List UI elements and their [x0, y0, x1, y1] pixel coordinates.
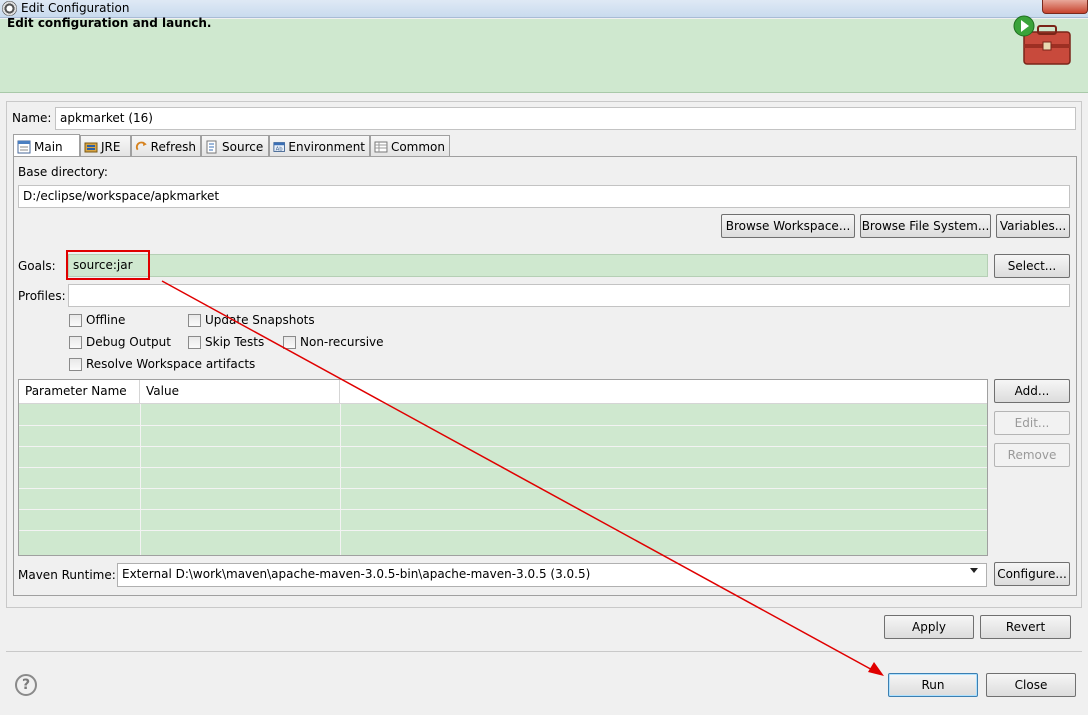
update-snapshots-checkbox-box[interactable]	[188, 313, 201, 327]
table-row[interactable]	[19, 446, 987, 447]
update-snapshots-label: Update Snapshots	[205, 313, 315, 327]
tab-jre[interactable]: JRE	[80, 135, 131, 156]
profiles-label: Profiles:	[18, 289, 66, 303]
variables-button[interactable]: Variables...	[996, 214, 1070, 238]
offline-checkbox[interactable]: Offline	[69, 313, 125, 327]
base-directory-input[interactable]: D:/eclipse/workspace/apkmarket	[18, 185, 1070, 208]
resolve-workspace-checkbox[interactable]: Resolve Workspace artifacts	[69, 357, 255, 371]
profiles-input[interactable]	[68, 284, 1070, 307]
tab-refresh[interactable]: Refresh	[131, 135, 201, 156]
browse-workspace-button[interactable]: Browse Workspace...	[721, 214, 855, 238]
select-goals-button[interactable]: Select...	[994, 254, 1070, 278]
maven-runtime-select[interactable]: External D:\work\maven\apache-maven-3.0.…	[117, 563, 987, 587]
column-header-parameter-name[interactable]: Parameter Name	[19, 380, 140, 404]
apply-button[interactable]: Apply	[884, 615, 974, 639]
browse-file-system-button[interactable]: Browse File System...	[860, 214, 991, 238]
jre-icon	[84, 142, 98, 153]
help-icon[interactable]: ?	[15, 674, 37, 696]
common-icon	[374, 141, 388, 153]
tab-main[interactable]: Main	[13, 134, 80, 156]
grid-line	[140, 404, 141, 555]
tab-source-label: Source	[222, 140, 264, 154]
toolbox-run-icon	[1013, 15, 1071, 65]
name-label: Name:	[12, 111, 52, 125]
table-row[interactable]	[19, 425, 987, 426]
annotation-arrow-head	[868, 662, 884, 676]
offline-checkbox-box[interactable]	[69, 313, 82, 327]
footer-separator	[6, 651, 1082, 652]
parameters-table[interactable]: Parameter Name Value	[18, 379, 988, 556]
non-recursive-label: Non-recursive	[300, 335, 384, 349]
revert-button[interactable]: Revert	[980, 615, 1071, 639]
skip-tests-label: Skip Tests	[205, 335, 265, 349]
edit-parameter-button[interactable]: Edit...	[994, 411, 1070, 435]
tab-refresh-label: Refresh	[150, 140, 196, 154]
debug-output-checkbox[interactable]: Debug Output	[69, 335, 171, 349]
tab-environment[interactable]: Ab Environment	[269, 135, 370, 156]
add-parameter-button[interactable]: Add...	[994, 379, 1070, 403]
table-header: Parameter Name Value	[19, 380, 987, 404]
window-close-button[interactable]	[1042, 0, 1088, 14]
base-directory-label: Base directory:	[18, 165, 108, 179]
close-button[interactable]: Close	[986, 673, 1076, 697]
tab-jre-label: JRE	[101, 140, 121, 154]
goals-label: Goals:	[18, 259, 56, 273]
tab-source[interactable]: Source	[201, 135, 269, 156]
main-tab-icon	[17, 140, 31, 153]
header-title: Edit configuration and launch.	[7, 16, 212, 30]
goals-input[interactable]: source:jar	[68, 254, 988, 277]
resolve-workspace-checkbox-box[interactable]	[69, 357, 82, 371]
debug-output-checkbox-box[interactable]	[69, 335, 82, 349]
resolve-workspace-label: Resolve Workspace artifacts	[86, 357, 256, 371]
environment-icon: Ab	[273, 142, 285, 153]
maven-runtime-label: Maven Runtime:	[18, 568, 116, 582]
tab-common-label: Common	[390, 140, 445, 154]
skip-tests-checkbox[interactable]: Skip Tests	[188, 335, 264, 349]
skip-tests-checkbox-box[interactable]	[188, 335, 201, 349]
table-row[interactable]	[19, 530, 987, 531]
source-icon	[206, 140, 217, 154]
non-recursive-checkbox-box[interactable]	[283, 335, 296, 349]
configure-runtime-button[interactable]: Configure...	[994, 562, 1070, 586]
table-row[interactable]	[19, 488, 987, 489]
window-title: Edit Configuration	[21, 1, 130, 15]
update-snapshots-checkbox[interactable]: Update Snapshots	[188, 313, 315, 327]
remove-parameter-button[interactable]: Remove	[994, 443, 1070, 467]
tab-common[interactable]: Common	[370, 135, 450, 156]
debug-output-label: Debug Output	[86, 335, 171, 349]
name-input[interactable]: apkmarket (16)	[55, 107, 1076, 130]
tab-main-label: Main	[34, 139, 63, 154]
header-banner	[0, 19, 1088, 93]
tab-environment-label: Environment	[288, 140, 365, 154]
column-header-value[interactable]: Value	[140, 380, 340, 404]
non-recursive-checkbox[interactable]: Non-recursive	[283, 335, 384, 349]
offline-label: Offline	[86, 313, 126, 327]
table-row[interactable]	[19, 467, 987, 468]
chevron-down-icon[interactable]	[970, 568, 978, 573]
refresh-icon	[135, 141, 147, 151]
run-button[interactable]: Run	[888, 673, 978, 697]
eclipse-icon	[2, 1, 17, 16]
svg-text:Ab: Ab	[276, 147, 284, 153]
table-row[interactable]	[19, 509, 987, 510]
grid-line	[340, 404, 341, 555]
